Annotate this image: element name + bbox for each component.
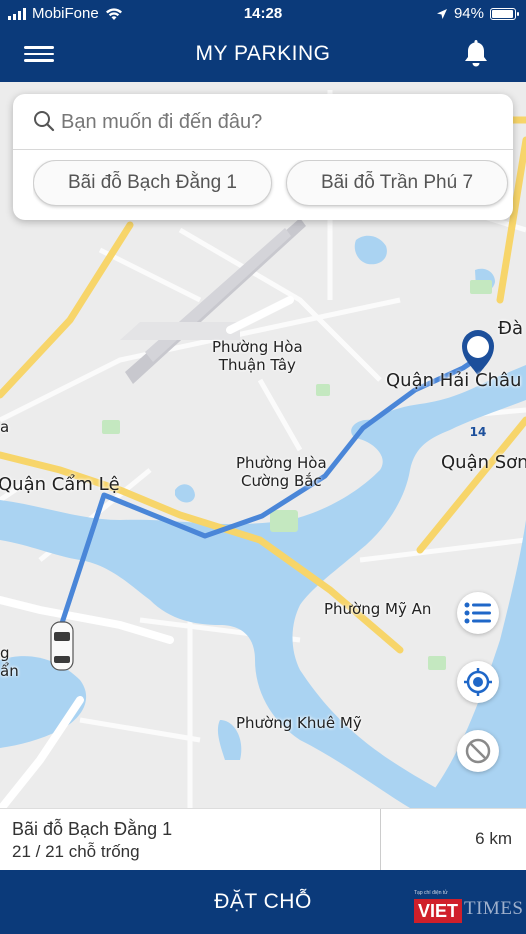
map-label-khue-my: Phường Khuê Mỹ [236,714,362,732]
panel-divider [380,809,381,871]
parking-slots: 21 / 21 chỗ trống [12,842,140,861]
suggestion-chip-bach-dang-1[interactable]: Bãi đỗ Bạch Đằng 1 [33,160,272,206]
search-icon [34,111,55,132]
list-icon [464,602,491,624]
battery-icon [490,7,519,20]
viettimes-watermark-logo: Tạp chí điện tử VIET TIMES [412,890,524,930]
page-title: MY PARKING [195,42,331,65]
location-arrow-icon [436,8,447,19]
search-bar[interactable] [13,94,513,150]
clear-route-button[interactable] [457,730,499,772]
battery-fill [492,9,513,18]
battery-percent: 94% [453,5,484,22]
map-label-hoa-cuong-bac: Phường Hòa Cường Bắc [236,454,327,490]
map-label-son-tra: Quận Sơn [441,452,526,473]
map-label-edge-g: g ẩn [0,644,19,680]
app-header: MY PARKING [0,28,526,82]
status-bar: MobiFone 14:28 94% [0,0,526,28]
map-label-da-nang: Đà [498,318,523,339]
suggestion-chips: Bãi đỗ Bạch Đằng 1 Bãi đỗ Trần Phú 7 [33,160,513,210]
map-label-edge-a: a [0,418,10,436]
map-label-hoa-thuan-tay: Phường Hòa Thuận Tây [212,338,303,374]
watermark-viet: VIET [414,899,463,923]
map-label-hai-chau: Quận Hải Châu [386,370,522,391]
parking-name: Bãi đỗ Bạch Đằng 1 [12,819,173,839]
locate-me-button[interactable] [457,661,499,703]
car-icon [50,621,74,671]
list-view-button[interactable] [457,592,499,634]
no-entry-icon [465,738,491,764]
parking-distance: 6 km [475,829,512,848]
map-label-cam-le: Quận Cẩm Lệ [0,474,120,495]
map-label-my-an: Phường Mỹ An [324,600,432,618]
watermark-tagline: Tạp chí điện tử [414,890,448,896]
search-input[interactable] [61,106,481,138]
watermark-times: TIMES [464,898,524,919]
selected-parking-panel[interactable]: Bãi đỗ Bạch Đằng 1 21 / 21 chỗ trống 6 k… [0,808,526,871]
search-card: Bãi đỗ Bạch Đằng 1 Bãi đỗ Trần Phú 7 [13,94,513,220]
suggestion-chip-tran-phu-7[interactable]: Bãi đỗ Trần Phú 7 [286,160,508,206]
crosshair-icon [464,668,492,696]
bell-icon[interactable] [460,37,492,69]
